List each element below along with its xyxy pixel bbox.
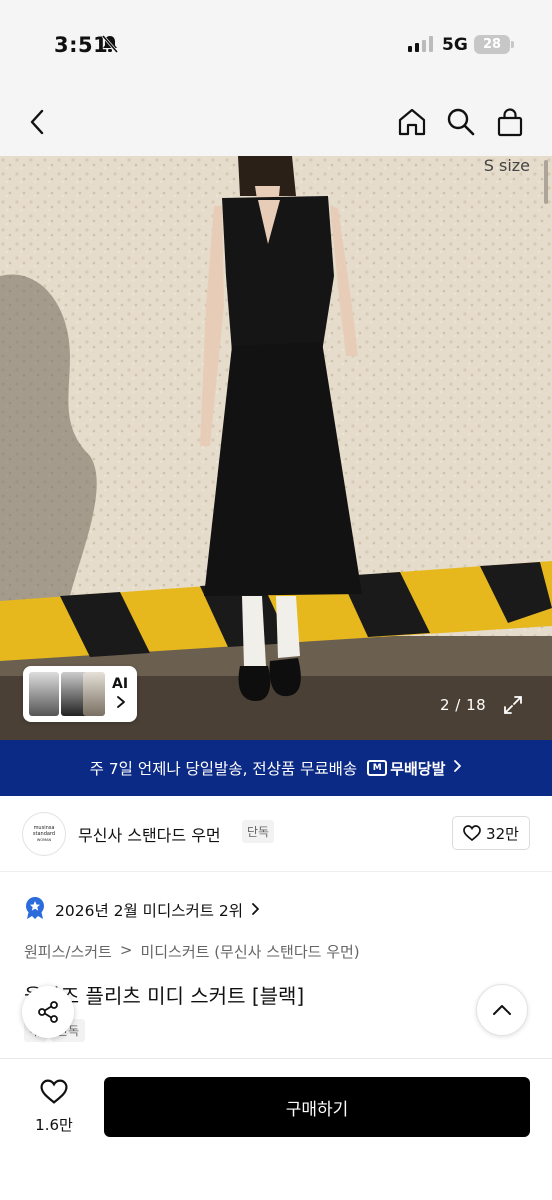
- back-button[interactable]: [20, 104, 56, 140]
- expand-icon[interactable]: [502, 694, 524, 720]
- chevron-right-icon: [116, 694, 126, 713]
- share-icon: [38, 1001, 58, 1023]
- battery-icon: 28: [474, 35, 510, 54]
- badge-label: 무배당발: [390, 759, 446, 778]
- home-icon: [398, 108, 426, 136]
- ai-label: AI: [112, 676, 129, 692]
- battery-tip: [511, 41, 514, 48]
- brand-logo-line: WOMAN: [36, 838, 52, 842]
- back-arrow-icon: [30, 109, 44, 135]
- brand-name[interactable]: 무신사 스탠다드 우먼: [78, 822, 221, 846]
- search-button[interactable]: [443, 104, 479, 140]
- brand-like-count: 32만: [486, 824, 519, 843]
- thumbnail-image: [29, 672, 59, 716]
- ai-lookbook-card[interactable]: AI: [23, 666, 137, 722]
- image-counter: 2 / 18: [440, 696, 487, 714]
- product-photo: [0, 156, 552, 740]
- exclusive-tag: 단독: [242, 820, 275, 843]
- chevron-right-icon: [453, 759, 462, 777]
- heart-icon: [463, 825, 481, 841]
- chevron-right-icon: [251, 901, 260, 920]
- breadcrumb: 원피스/스커트 > 미디스커트 (무신사 스탠다드 우먼): [24, 941, 360, 962]
- status-bar: 3:51 5G 28: [0, 0, 552, 90]
- buy-button[interactable]: 구매하기: [104, 1077, 530, 1137]
- banner-text: 주 7일 언제나 당일발송, 전상품 무료배송: [89, 760, 358, 778]
- shopping-bag-icon: [497, 108, 523, 137]
- network-label: 5G: [442, 35, 468, 55]
- cart-button[interactable]: [492, 104, 528, 140]
- free-shipping-banner[interactable]: 주 7일 언제나 당일발송, 전상품 무료배송 M 무배당발: [0, 740, 552, 796]
- breadcrumb-category[interactable]: 원피스/스커트: [24, 941, 112, 962]
- ranking-text: 2026년 2월 미디스커트 2위: [55, 902, 244, 920]
- signal-icon: [408, 36, 434, 56]
- search-icon: [447, 108, 475, 136]
- thumbnail-image: [83, 672, 105, 716]
- size-label: S size: [483, 156, 530, 175]
- breadcrumb-separator: >: [119, 941, 133, 959]
- ranking-link[interactable]: 2026년 2월 미디스커트 2위: [24, 896, 260, 924]
- wishlist-button[interactable]: 1.6만: [22, 1079, 86, 1135]
- scroll-to-top-button[interactable]: [476, 984, 528, 1036]
- heart-icon: [40, 1079, 68, 1104]
- truck-icon: M: [367, 760, 388, 776]
- delivery-badge: M 무배당발: [367, 758, 445, 779]
- product-image-carousel[interactable]: S size AI 2 / 18: [0, 156, 552, 740]
- brand-like-button[interactable]: 32만: [452, 816, 530, 850]
- ranking-medal-icon: [24, 896, 46, 924]
- brand-logo[interactable]: musinsa standard WOMAN: [22, 812, 66, 856]
- breadcrumb-subcategory[interactable]: 미디스커트 (무신사 스탠다드 우먼): [140, 941, 359, 962]
- bottom-action-bar: 1.6만 구매하기: [0, 1058, 552, 1200]
- vertical-scrollbar[interactable]: [544, 160, 548, 204]
- bell-muted-icon: [101, 34, 119, 58]
- chevron-up-icon: [493, 1005, 511, 1015]
- brand-row: musinsa standard WOMAN 무신사 스탠다드 우먼 단독 32…: [0, 796, 552, 872]
- top-navigation: [0, 90, 552, 156]
- share-button[interactable]: [22, 986, 74, 1038]
- home-button[interactable]: [394, 104, 430, 140]
- wishlist-count: 1.6만: [35, 1116, 73, 1134]
